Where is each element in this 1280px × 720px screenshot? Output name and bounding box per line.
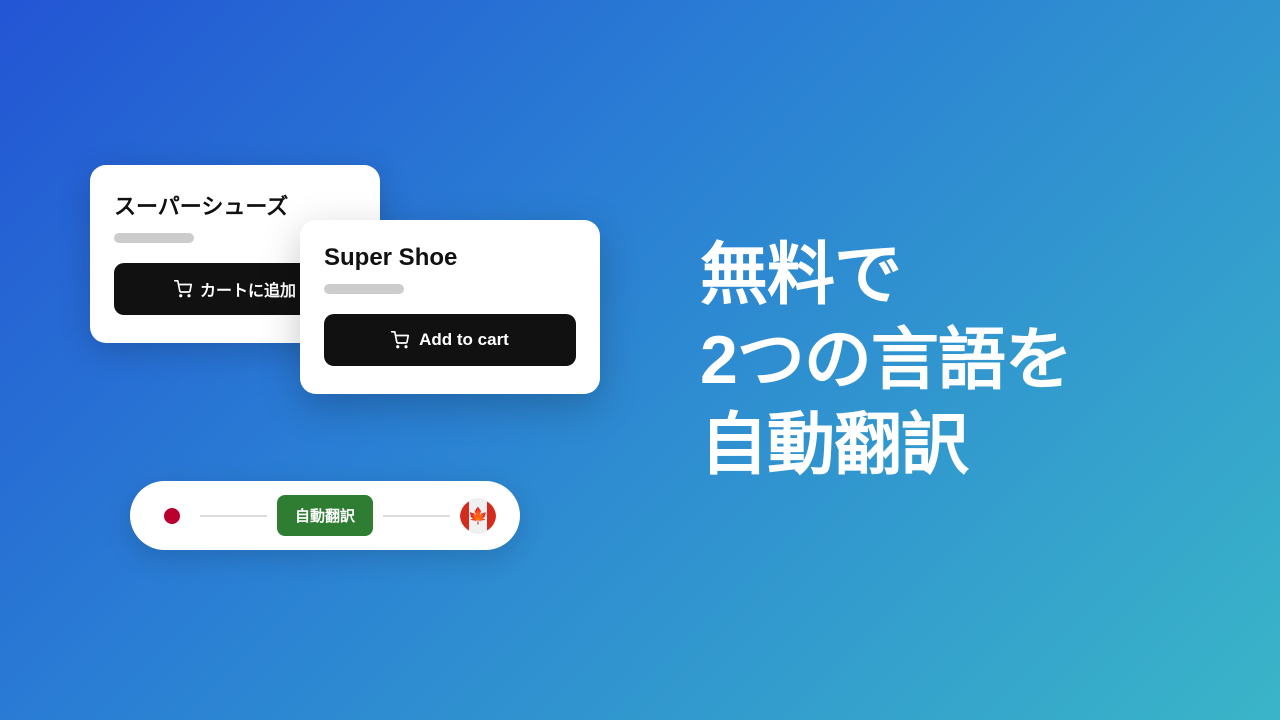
main-container: スーパーシューズ カートに追加 Super Shoe bbox=[0, 0, 1280, 720]
english-add-btn-label: Add to cart bbox=[419, 330, 509, 350]
japanese-price-placeholder bbox=[114, 233, 194, 243]
svg-text:🍁: 🍁 bbox=[468, 506, 488, 525]
headline-line2: 2つの言語を bbox=[700, 318, 1072, 403]
headline: 無料で 2つの言語を 自動翻訳 bbox=[700, 233, 1072, 488]
japan-flag bbox=[154, 498, 190, 534]
line-right bbox=[383, 515, 450, 517]
headline-line3: 自動翻訳 bbox=[700, 403, 1072, 488]
line-left bbox=[200, 515, 267, 517]
cart-icon-jp bbox=[174, 280, 192, 298]
english-card-title: Super Shoe bbox=[324, 244, 576, 272]
english-price-placeholder bbox=[324, 284, 404, 294]
japanese-add-btn-label: カートに追加 bbox=[200, 277, 296, 301]
english-add-to-cart-button[interactable]: Add to cart bbox=[324, 314, 576, 366]
cart-icon-en bbox=[391, 331, 409, 349]
left-section: スーパーシューズ カートに追加 Super Shoe bbox=[0, 0, 640, 720]
auto-translate-button[interactable]: 自動翻訳 bbox=[277, 495, 373, 536]
japan-flag-circle bbox=[164, 508, 180, 524]
canada-flag-svg: 🍁 bbox=[460, 498, 496, 534]
english-product-card: Super Shoe Add to cart bbox=[300, 220, 600, 394]
right-section: 無料で 2つの言語を 自動翻訳 bbox=[640, 0, 1280, 720]
canada-flag: 🍁 bbox=[460, 498, 496, 534]
translation-bar: 自動翻訳 🍁 bbox=[130, 481, 520, 550]
headline-line1: 無料で bbox=[700, 233, 1072, 318]
japanese-card-title: スーパーシューズ bbox=[114, 189, 356, 221]
